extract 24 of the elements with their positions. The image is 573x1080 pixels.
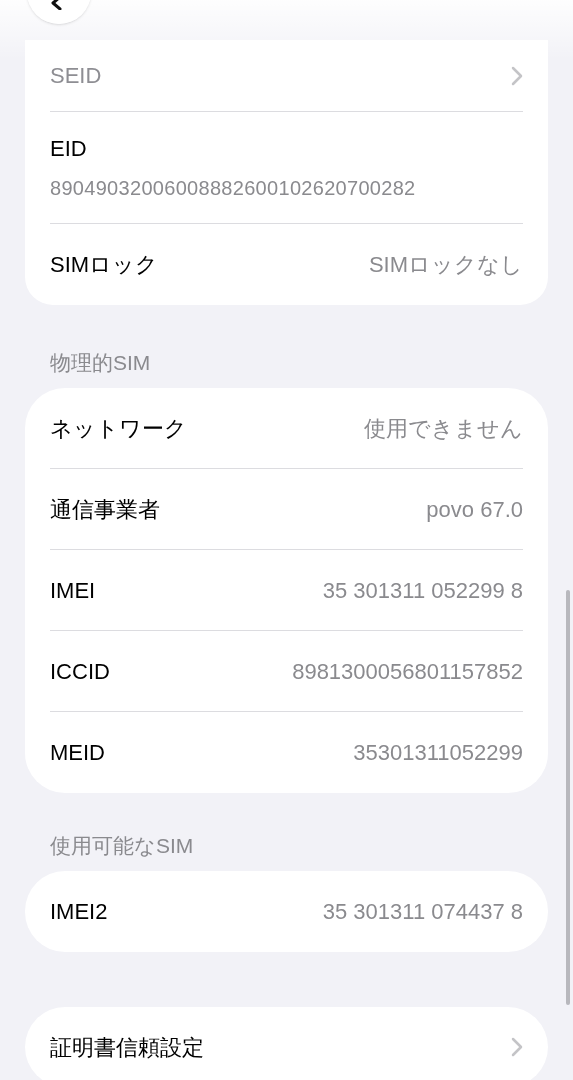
- row-label: SEID: [50, 62, 102, 90]
- row-value: 35301311052299: [353, 739, 523, 767]
- row-value: 35 301311 074437 8: [322, 898, 523, 926]
- row-value: 8981300056801157852: [292, 657, 523, 686]
- row-label: IMEI: [50, 576, 96, 605]
- row-label: SIMロック: [50, 251, 159, 279]
- chevron-icon: [511, 65, 523, 86]
- chevron-icon: [511, 1037, 523, 1057]
- row-label: ICCID: [50, 657, 110, 686]
- settings-row[interactable]: 証明書信頼設定: [50, 1007, 523, 1080]
- row-label: 証明書信頼設定: [50, 1033, 204, 1062]
- row-label: IMEI2: [50, 898, 108, 926]
- row-value: 35 301311 052299 8: [322, 576, 523, 605]
- row-label: MEID: [50, 739, 105, 767]
- row-value: povo 67.0: [426, 495, 523, 524]
- row-label: 通信事業者: [50, 495, 160, 524]
- section-header: 物理的SIM: [49, 350, 152, 376]
- row-value: SIMロックなし: [368, 251, 523, 279]
- row-value: 使用できません: [364, 414, 523, 443]
- row-value: 89049032006008882600102620700282: [50, 176, 417, 201]
- row-label: ネットワーク: [50, 414, 187, 443]
- back-icon: [50, 0, 64, 10]
- section-header: 使用可能なSIM: [49, 833, 195, 859]
- row-label: EID: [50, 135, 88, 163]
